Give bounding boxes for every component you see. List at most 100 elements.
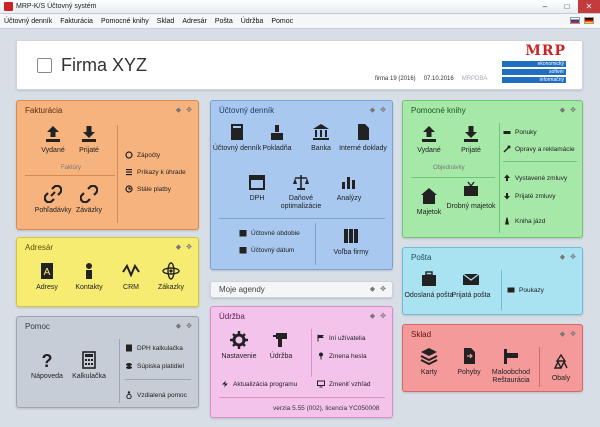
address-book-icon: A	[41, 263, 53, 279]
layers-icon	[420, 348, 438, 365]
link-stale-platby[interactable]: Stále platby	[125, 185, 171, 193]
link-zmenit-vzhlad[interactable]: Zmeniť vzhľad	[317, 380, 371, 388]
divider	[501, 270, 502, 310]
link-kniha-jazd[interactable]: Kniha jázd	[503, 217, 545, 225]
flag-sk-icon[interactable]	[570, 17, 580, 24]
link-vzdialena-pomoc[interactable]: Vzdialená pomoc	[125, 391, 187, 399]
panel-title: Údržba	[219, 312, 245, 321]
clock-icon	[125, 185, 133, 193]
panel-title: Účtovný denník	[219, 106, 275, 115]
link-opravy-reklamacie[interactable]: Opravy a reklamácie	[503, 145, 575, 153]
tile-faktury-prijate[interactable]: Prijaté	[63, 125, 115, 155]
panel-controls[interactable]: ◆ ✥	[176, 106, 192, 114]
briefcase-icon	[422, 271, 436, 286]
pin-icon[interactable]: ◆	[560, 106, 565, 114]
tile-interne-doklady[interactable]: Interné doklady	[337, 123, 389, 153]
menu-pomocne-knihy[interactable]: Pomocné knihy	[101, 18, 149, 25]
menu-posta[interactable]: Pošta	[215, 18, 233, 25]
move-icon[interactable]: ✥	[380, 312, 386, 320]
link-ini-uzivatelia[interactable]: Iní užívatelia	[317, 334, 366, 342]
move-icon[interactable]: ✥	[570, 106, 576, 114]
link-dph-kalkulacka[interactable]: DPH kalkulačka	[125, 344, 183, 352]
link-vystavene-zmluvy[interactable]: Vystavené zmluvy	[503, 174, 567, 182]
person-icon	[86, 263, 92, 279]
pin-icon[interactable]: ◆	[560, 330, 565, 338]
link-poukazy[interactable]: Poukazy	[507, 286, 544, 294]
menu-pomoc[interactable]: Pomoc	[271, 18, 293, 25]
flag-de-icon[interactable]	[584, 17, 594, 24]
tile-drobny-majetok[interactable]: Drobný majetok	[445, 181, 497, 211]
tile-prijata-posta[interactable]: Prijatá pošta	[445, 270, 497, 300]
calendar-icon	[249, 175, 265, 190]
road-icon	[505, 217, 509, 225]
move-icon[interactable]: ✥	[570, 330, 576, 338]
menu-ucetny-dennik[interactable]: Účtovný denník	[4, 18, 52, 25]
download-icon	[82, 126, 96, 142]
tile-zavazky[interactable]: Záväzky	[63, 185, 115, 215]
move-icon[interactable]: ✥	[570, 253, 576, 261]
house-icon	[421, 188, 437, 204]
move-icon[interactable]: ✥	[380, 106, 386, 114]
tile-kalkulacka[interactable]: Kalkulačka	[63, 351, 115, 381]
binders-icon	[344, 229, 358, 243]
panel-controls[interactable]: ◆ ✥	[370, 106, 386, 114]
divider	[25, 175, 115, 176]
minimize-icon[interactable]: –	[534, 0, 556, 13]
mrp-logo: MRP ekonomický softvér informačný	[502, 43, 566, 85]
link-prikazy-k-uhrade[interactable]: Príkazy k úhrade	[125, 168, 186, 176]
tile-danove-optimalizacie[interactable]: Daňové optimalizácie	[275, 173, 327, 211]
tile-zakazky[interactable]: Zákazky	[145, 262, 197, 292]
pin-icon[interactable]: ◆	[370, 312, 375, 320]
pin-icon[interactable]: ◆	[176, 322, 181, 330]
pin-icon[interactable]: ◆	[370, 285, 375, 293]
panel-controls[interactable]: ◆ ✥	[176, 322, 192, 330]
question-icon: ?	[42, 351, 53, 369]
link-aktualizacia-programu[interactable]: Aktualizácia programu	[221, 380, 297, 388]
link-prijate-zmluvy[interactable]: Prijaté zmluvy	[503, 192, 555, 200]
logo-line-1: ekonomický	[502, 61, 566, 67]
tile-analyzy[interactable]: Analýzy	[323, 173, 375, 203]
move-icon[interactable]: ✥	[186, 243, 192, 251]
upload-small-icon	[504, 174, 510, 181]
tile-maloobchod[interactable]: Maloobchod Reštaurácia	[485, 347, 537, 385]
panel-controls[interactable]: ◆ ✥	[560, 253, 576, 261]
language-flags	[570, 17, 594, 24]
menu-fakturacia[interactable]: Fakturácia	[60, 18, 93, 25]
tile-obaly[interactable]: Obaly	[535, 353, 587, 383]
move-icon[interactable]: ✥	[380, 285, 386, 293]
panel-controls[interactable]: ◆ ✥	[560, 106, 576, 114]
panel-controls[interactable]: ◆ ✥	[176, 243, 192, 251]
link-zapocty[interactable]: Zápočty	[125, 151, 160, 159]
pin-icon[interactable]: ◆	[560, 253, 565, 261]
panel-title: Pomoc	[25, 322, 50, 331]
close-icon[interactable]: ✕	[578, 0, 600, 13]
panel-pomocne-knihy: Pomocné knihy ◆ ✥ Vydané Prijaté Objednáv…	[402, 100, 583, 238]
company-checkbox[interactable]	[37, 58, 52, 73]
panel-controls[interactable]: ◆ ✥	[560, 330, 576, 338]
panel-moje-agendy[interactable]: Moje agendy ◆ ✥	[210, 281, 393, 298]
maximize-icon[interactable]: □	[556, 0, 578, 13]
link-supiska-platidiel[interactable]: Súpiska platidiel	[125, 362, 184, 370]
menu-sklad[interactable]: Sklad	[157, 18, 175, 25]
pin-icon[interactable]: ◆	[176, 106, 181, 114]
link-zmena-hesla[interactable]: Zmena hesla	[317, 352, 367, 360]
tile-objednavky-prijate[interactable]: Prijaté	[445, 125, 497, 155]
firm-info: firma 19 (2016)	[375, 76, 416, 82]
link-ponuky[interactable]: Ponuky	[503, 128, 537, 136]
move-icon[interactable]: ✥	[186, 106, 192, 114]
panel-controls[interactable]: ◆ ✥	[370, 312, 386, 320]
calendar-small-icon	[239, 230, 247, 237]
link-uctovne-obdobie[interactable]: Účtovné obdobie	[239, 229, 300, 237]
link-uctovny-datum[interactable]: Účtovný dátum	[239, 246, 294, 254]
menu-adresar[interactable]: Adresár	[182, 18, 207, 25]
pin-icon[interactable]: ◆	[370, 106, 375, 114]
divider	[311, 329, 312, 377]
panel-pomoc: Pomoc ◆ ✥ ? Nápoveda Kalkulačka DPH kalku…	[16, 316, 199, 408]
tile-volba-firmy[interactable]: Voľba firmy	[325, 227, 377, 257]
pin-icon[interactable]: ◆	[176, 243, 181, 251]
tile-udrzba[interactable]: Údržba	[255, 331, 307, 361]
move-icon[interactable]: ✥	[186, 322, 192, 330]
panel-controls[interactable]: ◆ ✥	[370, 285, 386, 293]
divider	[503, 161, 577, 162]
menu-udrzba[interactable]: Údržba	[241, 18, 264, 25]
